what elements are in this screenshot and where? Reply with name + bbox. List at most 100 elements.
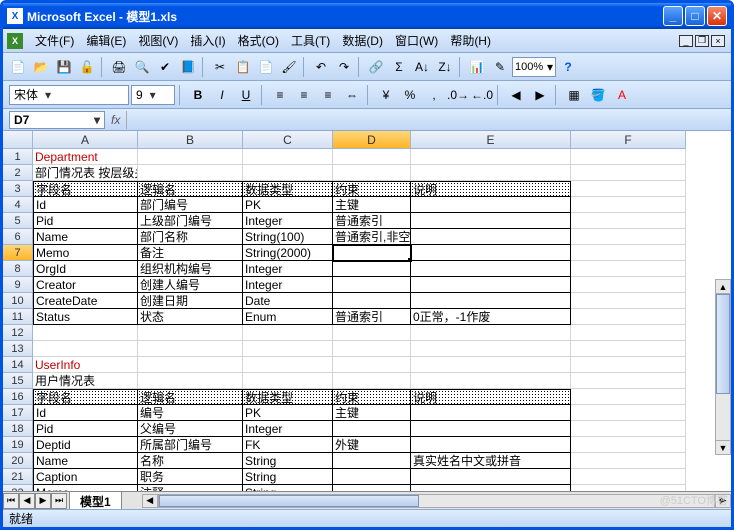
cell[interactable] xyxy=(411,421,571,437)
cell[interactable]: 逻辑名 xyxy=(138,389,243,405)
cell[interactable]: 名称 xyxy=(138,453,243,469)
cell[interactable]: 说明 xyxy=(411,181,571,197)
cell[interactable] xyxy=(333,245,411,261)
cell[interactable] xyxy=(411,197,571,213)
cell[interactable] xyxy=(138,373,243,389)
font-name-combo[interactable]: 宋体▾ xyxy=(9,85,129,105)
vscroll-thumb[interactable] xyxy=(716,294,730,394)
menu-tools[interactable]: 工具(T) xyxy=(285,30,336,51)
comma-icon[interactable]: , xyxy=(423,84,445,106)
cell[interactable] xyxy=(571,325,686,341)
close-button[interactable]: ✕ xyxy=(707,6,727,26)
tab-nav-last[interactable]: ⏭ xyxy=(51,493,67,509)
fx-icon[interactable]: fx xyxy=(111,113,120,127)
underline-icon[interactable]: U xyxy=(235,84,257,106)
formula-input[interactable] xyxy=(126,111,731,129)
align-left-icon[interactable]: ≡ xyxy=(269,84,291,106)
cell[interactable]: String xyxy=(243,485,333,491)
cell[interactable] xyxy=(333,261,411,277)
bold-icon[interactable]: B xyxy=(187,84,209,106)
cell[interactable] xyxy=(571,261,686,277)
menu-edit[interactable]: 编辑(E) xyxy=(80,30,132,51)
chart-icon[interactable]: 📊 xyxy=(466,56,488,78)
research-icon[interactable]: 📘 xyxy=(177,56,199,78)
cell[interactable]: Integer xyxy=(243,213,333,229)
cell[interactable] xyxy=(571,421,686,437)
cell[interactable] xyxy=(571,485,686,491)
mdi-close[interactable]: × xyxy=(711,35,725,47)
vertical-scrollbar[interactable]: ▲ ▼ xyxy=(715,279,731,455)
cell[interactable]: 真实姓名中文或拼音 xyxy=(411,453,571,469)
row-header[interactable]: 14 xyxy=(3,357,33,373)
cell[interactable] xyxy=(243,373,333,389)
select-all-corner[interactable] xyxy=(3,131,33,149)
row-header[interactable]: 20 xyxy=(3,453,33,469)
cell[interactable]: 编号 xyxy=(138,405,243,421)
cell[interactable] xyxy=(138,149,243,165)
col-header-F[interactable]: F xyxy=(571,131,686,149)
cell[interactable] xyxy=(411,245,571,261)
cell[interactable]: FK xyxy=(243,437,333,453)
cell[interactable]: 部门名称 xyxy=(138,229,243,245)
inc-decimal-icon[interactable]: .0→ xyxy=(447,84,469,106)
menu-window[interactable]: 窗口(W) xyxy=(389,30,444,51)
cell[interactable] xyxy=(333,293,411,309)
col-header-C[interactable]: C xyxy=(243,131,333,149)
cell[interactable]: OrgId xyxy=(33,261,138,277)
name-box[interactable]: D7▾ xyxy=(9,111,105,129)
cell[interactable] xyxy=(411,229,571,245)
cell[interactable]: 外键 xyxy=(333,437,411,453)
open-icon[interactable]: 📂 xyxy=(30,56,52,78)
cell[interactable]: 数据类型 xyxy=(243,389,333,405)
cell[interactable] xyxy=(571,309,686,325)
cell[interactable] xyxy=(411,277,571,293)
cell[interactable] xyxy=(333,357,411,373)
cell[interactable]: Creator xyxy=(33,277,138,293)
inc-indent-icon[interactable]: ▶ xyxy=(529,84,551,106)
font-color-icon[interactable]: A xyxy=(611,84,633,106)
print-icon[interactable]: 🖨 xyxy=(108,56,130,78)
cell[interactable] xyxy=(138,357,243,373)
cell[interactable]: 数据类型 xyxy=(243,181,333,197)
cell[interactable]: 主键 xyxy=(333,197,411,213)
cell[interactable]: 部门编号 xyxy=(138,197,243,213)
cell[interactable] xyxy=(571,437,686,453)
cell[interactable] xyxy=(571,373,686,389)
cell[interactable] xyxy=(571,405,686,421)
cell[interactable] xyxy=(571,293,686,309)
row-header[interactable]: 6 xyxy=(3,229,33,245)
col-header-B[interactable]: B xyxy=(138,131,243,149)
currency-icon[interactable]: ¥ xyxy=(375,84,397,106)
workbook-icon[interactable]: X xyxy=(7,33,23,49)
cell[interactable]: PK xyxy=(243,405,333,421)
cell[interactable] xyxy=(138,165,243,181)
cell[interactable] xyxy=(333,485,411,491)
cell[interactable] xyxy=(33,341,138,357)
col-header-A[interactable]: A xyxy=(33,131,138,149)
dec-decimal-icon[interactable]: ←.0 xyxy=(471,84,493,106)
cell[interactable]: 职务 xyxy=(138,469,243,485)
horizontal-scrollbar[interactable] xyxy=(158,494,715,508)
row-header[interactable]: 11 xyxy=(3,309,33,325)
zoom-input[interactable] xyxy=(515,61,547,73)
percent-icon[interactable]: % xyxy=(399,84,421,106)
cell[interactable] xyxy=(333,341,411,357)
menu-data[interactable]: 数据(D) xyxy=(336,30,389,51)
cell[interactable] xyxy=(571,197,686,213)
cell[interactable]: 状态 xyxy=(138,309,243,325)
borders-icon[interactable]: ▦ xyxy=(563,84,585,106)
cell[interactable] xyxy=(411,373,571,389)
format-painter-icon[interactable]: 🖌 xyxy=(278,56,300,78)
row-header[interactable]: 1 xyxy=(3,149,33,165)
zoom-combo[interactable]: ▾ xyxy=(512,57,556,77)
col-header-E[interactable]: E xyxy=(411,131,571,149)
drawing-icon[interactable]: ✎ xyxy=(489,56,511,78)
cell[interactable] xyxy=(333,469,411,485)
tab-nav-prev[interactable]: ◀ xyxy=(19,493,35,509)
cell[interactable] xyxy=(138,341,243,357)
font-size-combo[interactable]: 9▾ xyxy=(131,85,175,105)
cell[interactable]: 普通索引 xyxy=(333,309,411,325)
scroll-down-icon[interactable]: ▼ xyxy=(716,440,730,454)
sheet-tab[interactable]: 模型1 xyxy=(69,491,122,511)
row-header[interactable]: 13 xyxy=(3,341,33,357)
